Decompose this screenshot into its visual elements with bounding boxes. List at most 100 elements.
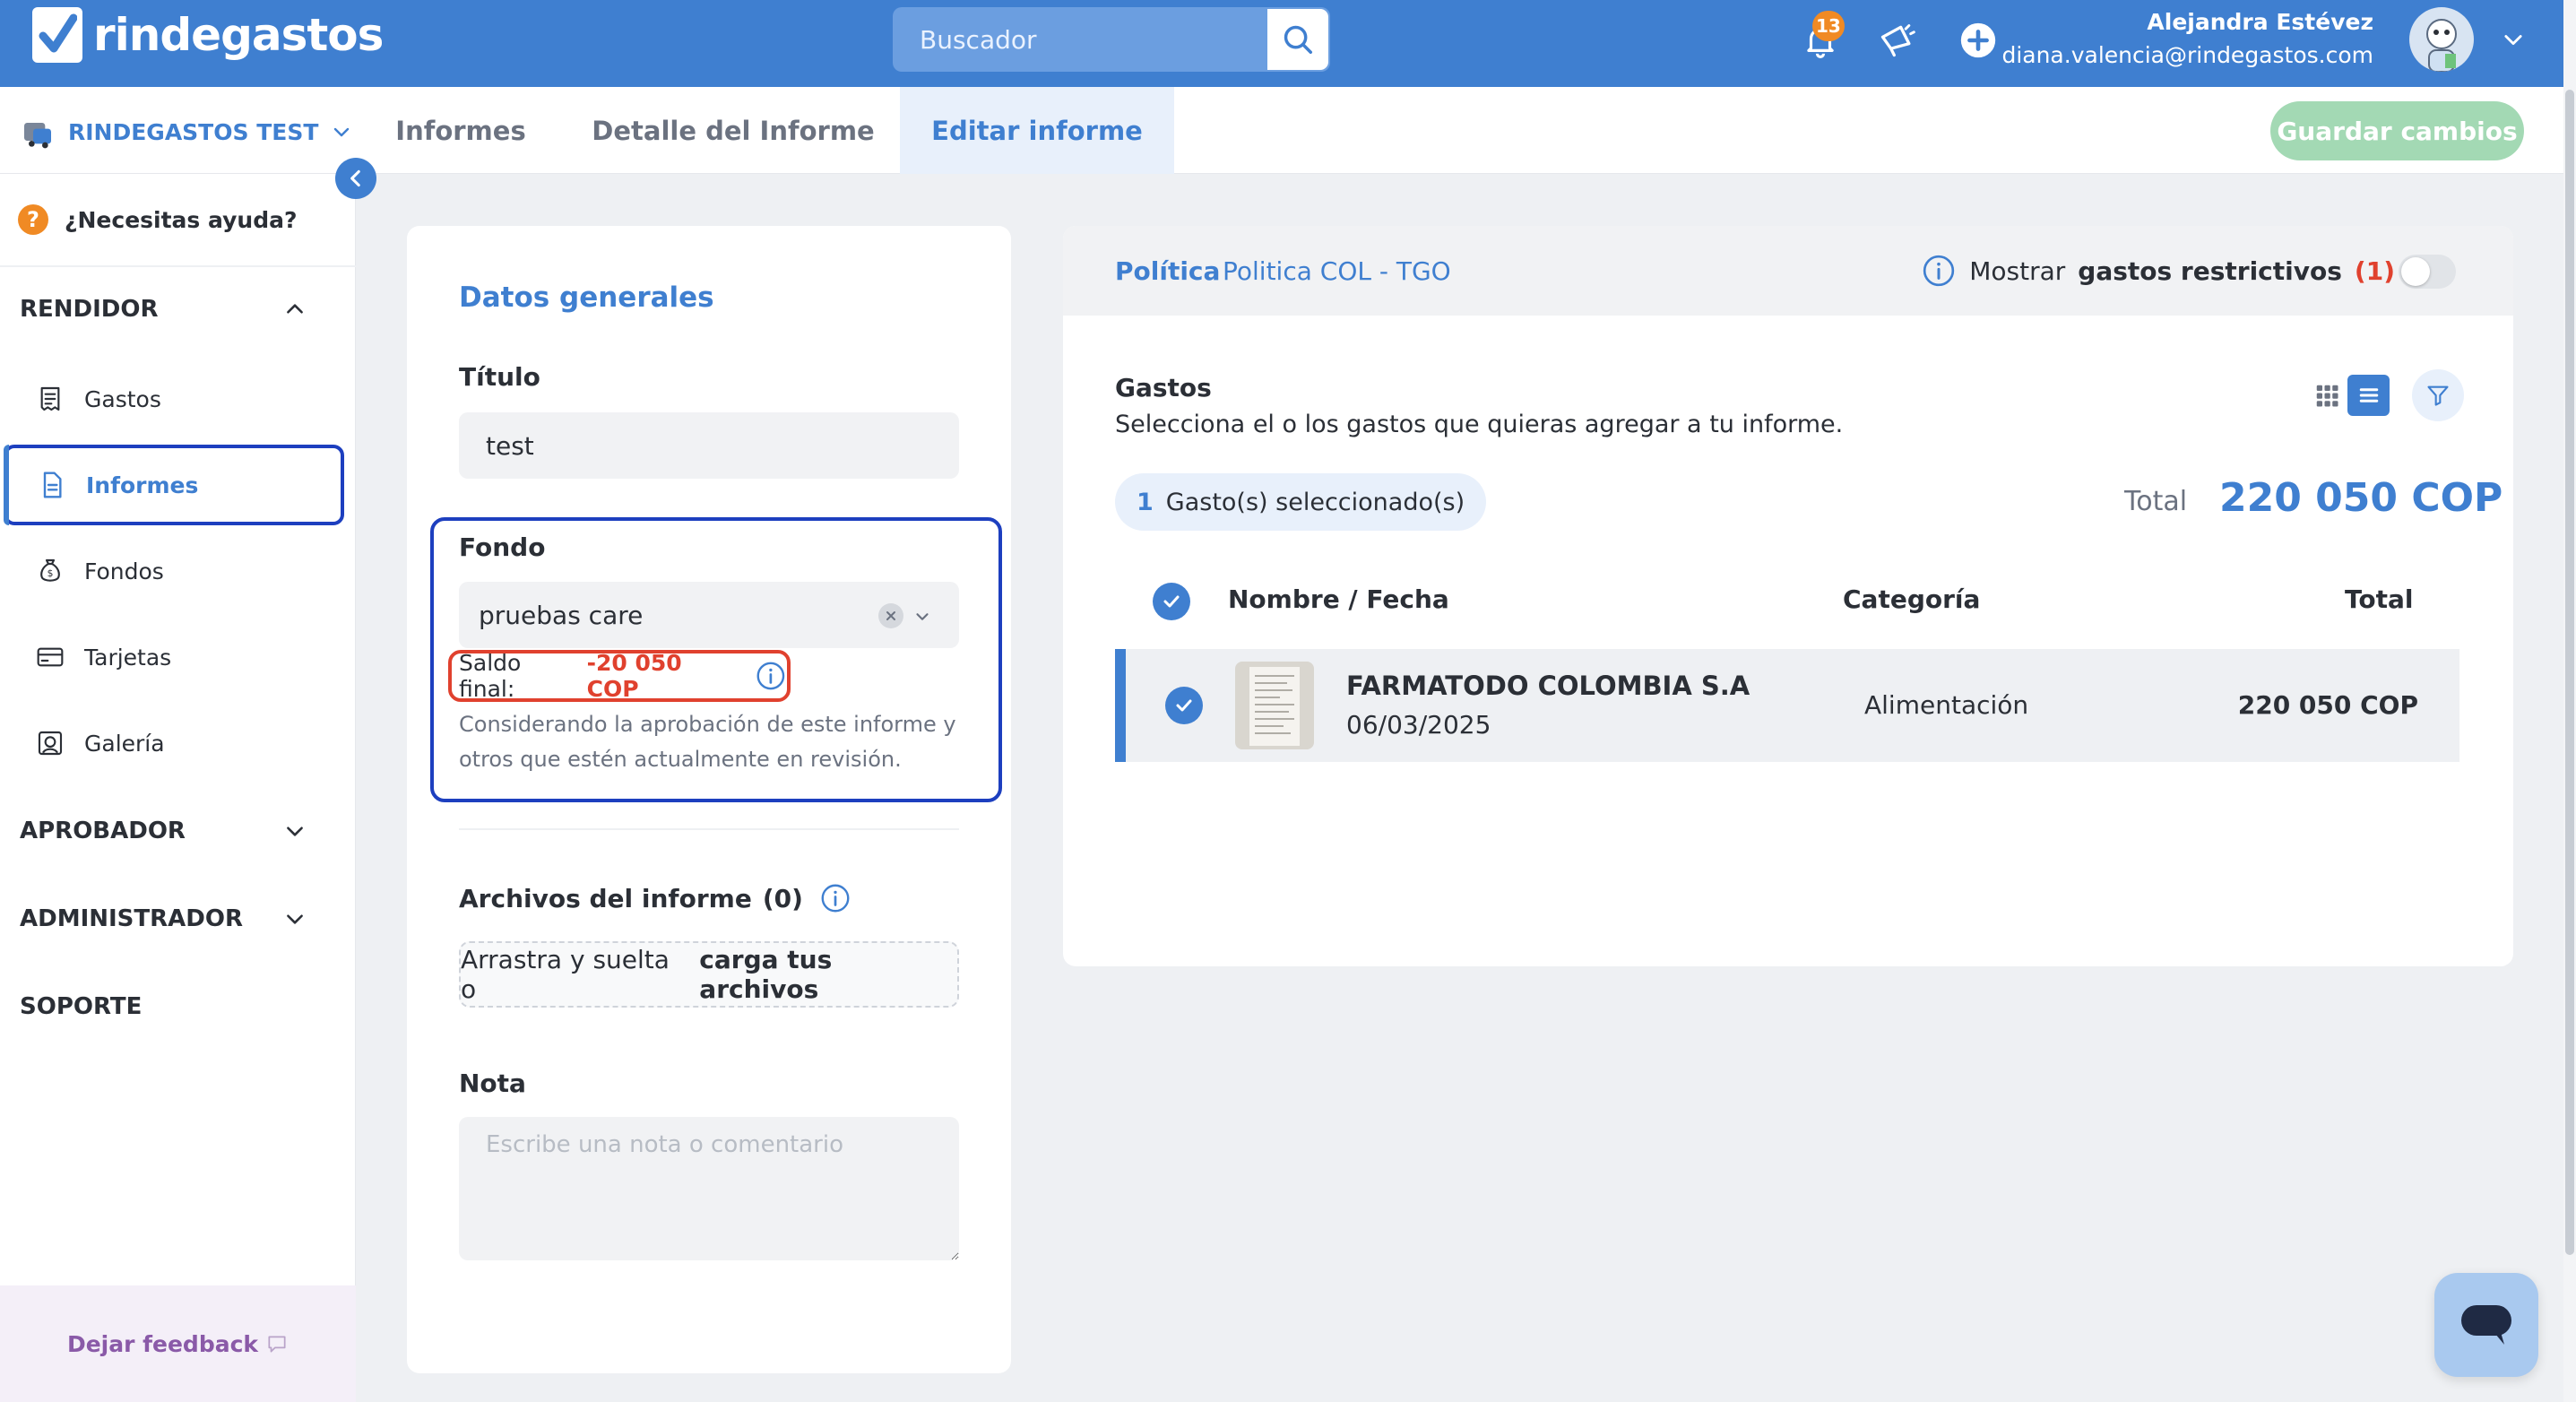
column-header-category: Categoría	[1843, 584, 1981, 614]
nota-textarea[interactable]	[459, 1117, 959, 1260]
search-input[interactable]	[893, 24, 1269, 55]
collapse-sidebar-button[interactable]	[335, 158, 376, 199]
organization-selector[interactable]: RINDEGASTOS TEST	[20, 114, 352, 150]
selected-count-pill: 1 Gasto(s) seleccionado(s)	[1115, 473, 1487, 531]
section-aprobador[interactable]: APROBADOR	[20, 818, 307, 844]
robot-avatar-icon	[2426, 19, 2457, 72]
upload-text: Arrastra y suelta o	[461, 945, 670, 1004]
create-button[interactable]	[1956, 18, 2001, 63]
save-changes-button[interactable]: Guardar cambios	[2270, 101, 2524, 160]
selected-count: 1	[1137, 488, 1154, 516]
column-header-total: Total	[2345, 584, 2414, 614]
fondo-label: Fondo	[459, 532, 546, 562]
upload-link[interactable]: carga tus archivos	[699, 945, 957, 1004]
grid-view-button[interactable]	[2305, 375, 2347, 416]
divider	[459, 828, 959, 830]
section-rendidor-label: RENDIDOR	[20, 296, 159, 323]
row-checkbox[interactable]	[1165, 687, 1203, 724]
expense-total: 220 050 COP	[2237, 690, 2418, 720]
general-data-panel: Datos generales Título test Fondo prueba…	[407, 226, 1011, 1373]
brand-logo[interactable]: rindegastos	[32, 7, 384, 63]
chevron-down-icon	[287, 914, 303, 924]
sidebar-item-fondos[interactable]: $ Fondos	[0, 531, 356, 611]
check-icon	[1176, 699, 1192, 712]
expenses-panel: Política Politica COL - TGO Mostrar gast…	[1063, 226, 2513, 966]
titulo-input[interactable]: test	[459, 412, 959, 479]
table-row[interactable]: FARMATODO COLOMBIA S.A 06/03/2025 Alimen…	[1115, 649, 2459, 762]
info-icon[interactable]	[1921, 253, 1957, 289]
section-administrador[interactable]: ADMINISTRADOR	[20, 905, 307, 932]
info-icon[interactable]	[755, 660, 787, 692]
feedback-button[interactable]: Dejar feedback	[0, 1285, 356, 1402]
restrictive-expenses-toggle[interactable]	[2399, 255, 2456, 289]
section-rendidor[interactable]: RENDIDOR	[20, 296, 307, 323]
sidebar-item-galeria[interactable]: Galería	[0, 703, 356, 783]
clear-icon[interactable]	[878, 603, 903, 628]
total-value: 220 050 COP	[2219, 475, 2503, 521]
user-menu-chevron[interactable]	[2501, 27, 2526, 56]
sidebar-item-label: Fondos	[84, 558, 164, 584]
policy-label: Política	[1115, 255, 1221, 286]
select-all-checkbox[interactable]	[1153, 583, 1190, 620]
chevron-up-icon	[287, 304, 303, 314]
view-mode-toggle	[2305, 375, 2390, 416]
receipt-thumbnail[interactable]	[1235, 662, 1314, 749]
titulo-label: Título	[459, 362, 540, 392]
policy-bar: Política Politica COL - TGO Mostrar gast…	[1063, 226, 2513, 316]
page-scrollbar[interactable]	[2565, 90, 2574, 1255]
search-button[interactable]	[1267, 9, 1328, 70]
sidebar-item-label: Informes	[86, 472, 199, 498]
receipt-icon	[40, 386, 60, 411]
money-bag-icon: $	[40, 558, 60, 582]
notifications-badge: 13	[1812, 11, 1845, 41]
question-icon: ?	[18, 204, 48, 235]
tab-editar-informe[interactable]: Editar informe	[900, 87, 1174, 174]
restrict-count: (1)	[2354, 255, 2395, 286]
chevron-down-icon	[287, 826, 303, 836]
sidebar-item-label: Galería	[84, 730, 165, 757]
saldo-final: Saldo final: -20 050 COP	[448, 650, 791, 702]
list-view-button[interactable]	[2347, 375, 2390, 416]
user-info[interactable]: Alejandra Estévez diana.valencia@rindega…	[2001, 9, 2373, 68]
credit-card-icon	[37, 647, 64, 667]
sidebar-item-label: Gastos	[84, 385, 161, 412]
avatar[interactable]	[2409, 7, 2474, 72]
top-bar: rindegastos 13 Alejandra Estévez diana.v…	[0, 0, 2576, 87]
archivos-count: (0)	[762, 883, 803, 913]
tab-informes[interactable]: Informes	[369, 87, 552, 174]
chevron-down-icon[interactable]	[912, 607, 932, 627]
announcements-button[interactable]	[1875, 18, 1920, 63]
fondo-select[interactable]: pruebas care	[459, 582, 959, 648]
saldo-label: Saldo final:	[459, 650, 522, 702]
svg-text:$: $	[48, 567, 54, 579]
sidebar-item-gastos[interactable]: Gastos	[0, 359, 356, 439]
company-icon	[24, 123, 51, 149]
logo-check-icon	[32, 7, 82, 63]
list-icon	[2359, 388, 2378, 402]
plus-circle-icon	[1960, 22, 1996, 58]
chevron-down-icon	[334, 127, 350, 137]
restrict-bold: gastos restrictivos	[2078, 255, 2342, 286]
expense-category: Alimentación	[1864, 690, 2029, 720]
tab-detalle-informe[interactable]: Detalle del Informe	[592, 87, 875, 174]
help-label: ¿Necesitas ayuda?	[65, 206, 298, 233]
support-chat-button[interactable]	[2434, 1273, 2538, 1377]
sidebar-item-informes[interactable]: Informes	[4, 445, 344, 525]
sub-navigation: RINDEGASTOS TEST Informes Detalle del In…	[0, 87, 2576, 174]
chat-icon	[2461, 1305, 2511, 1345]
chevron-down-icon	[2504, 35, 2522, 46]
saldo-note: Considerando la aprobación de este infor…	[459, 712, 956, 772]
chevron-left-icon	[350, 169, 360, 187]
gastos-title: Gastos	[1115, 373, 1212, 402]
sidebar-item-tarjetas[interactable]: Tarjetas	[0, 617, 356, 697]
info-icon[interactable]	[819, 882, 851, 914]
section-aprobador-label: APROBADOR	[20, 818, 186, 844]
file-upload-dropzone[interactable]: Arrastra y suelta o carga tus archivos	[459, 941, 959, 1008]
gastos-subtitle: Selecciona el o los gastos que quieras a…	[1115, 411, 1844, 438]
filter-button[interactable]	[2412, 369, 2464, 421]
check-icon	[1163, 595, 1180, 608]
restrictive-expenses-toggle-label: Mostrar gastos restrictivos (1)	[1921, 253, 2395, 289]
organization-name: RINDEGASTOS TEST	[68, 118, 319, 145]
help-link[interactable]: ? ¿Necesitas ayuda?	[0, 174, 356, 267]
section-soporte[interactable]: SOPORTE	[20, 993, 307, 1020]
